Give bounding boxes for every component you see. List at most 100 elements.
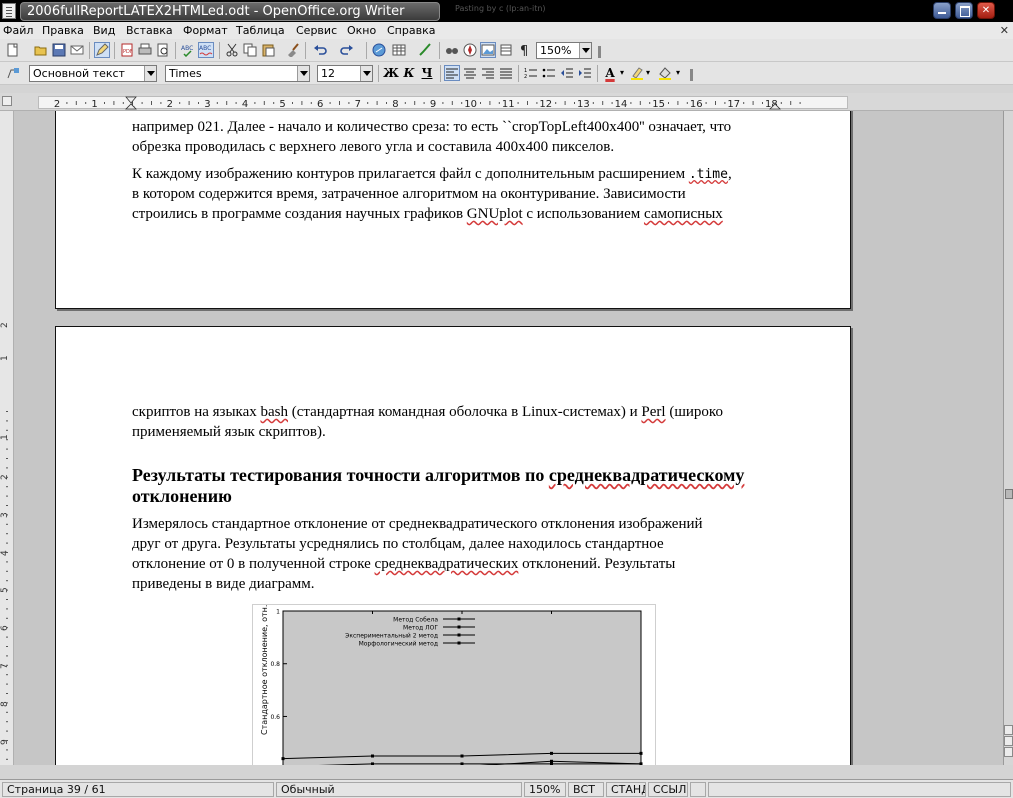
font-size-select[interactable]: 12 xyxy=(317,65,373,82)
decrease-indent-icon[interactable] xyxy=(560,66,574,80)
font-color-button[interactable]: A xyxy=(602,66,618,81)
zoom-select[interactable]: 150% xyxy=(536,42,592,59)
ruler-tick xyxy=(113,101,115,105)
paragraph-line: друг от друга. Результаты усреднялись по… xyxy=(132,536,664,552)
tab-type-selector[interactable] xyxy=(2,96,12,106)
underline-button[interactable]: Ч xyxy=(419,66,435,81)
paste-icon[interactable] xyxy=(261,43,275,57)
page-preview-icon[interactable] xyxy=(156,43,170,57)
chevron-down-icon[interactable]: ▾ xyxy=(620,68,628,82)
app-document-icon[interactable] xyxy=(2,3,16,19)
styles-formatting-icon[interactable] xyxy=(6,66,20,80)
gallery-icon[interactable] xyxy=(480,42,496,58)
justify-icon[interactable] xyxy=(499,66,513,80)
scroll-down-icon[interactable] xyxy=(1004,747,1013,757)
ruler-tick xyxy=(263,101,265,105)
ruler-tick xyxy=(66,102,68,104)
document-page[interactable]: скриптов на языках bash (стандартная ком… xyxy=(55,326,851,765)
clone-formatting-icon[interactable] xyxy=(286,43,300,57)
minimize-button[interactable] xyxy=(933,2,951,19)
document-page[interactable]: например 021. Далее - начало и количеств… xyxy=(55,111,851,309)
selection-mode-indicator[interactable]: СТАНД xyxy=(606,782,646,797)
menu-format[interactable]: Формат xyxy=(183,23,228,38)
align-center-icon[interactable] xyxy=(463,66,477,80)
bold-button[interactable]: Ж xyxy=(383,66,399,81)
email-icon[interactable] xyxy=(70,43,84,57)
redo-icon[interactable] xyxy=(340,43,354,57)
ruler-tick xyxy=(404,102,406,104)
edit-mode-icon[interactable] xyxy=(94,42,110,58)
scrollbar-thumb[interactable] xyxy=(1005,489,1013,499)
scroll-up-icon[interactable] xyxy=(1004,725,1013,735)
toolbar-separator xyxy=(518,65,519,82)
menu-file[interactable]: Файл xyxy=(3,23,33,38)
highlighting-icon[interactable] xyxy=(630,66,644,80)
insert-mode-indicator[interactable]: ВСТ xyxy=(568,782,604,797)
horizontal-ruler[interactable]: 2 1 1 2 3 4 5 6 7 8 9 10 11 12 13 14 15 16 17 18 xyxy=(0,93,1013,111)
ruler-tick xyxy=(6,420,8,422)
chevron-down-icon[interactable]: ▾ xyxy=(646,68,654,82)
navigator-icon[interactable] xyxy=(463,43,477,57)
new-document-icon[interactable] xyxy=(6,43,20,57)
vertical-ruler: 2 1 1 2 3 4 5 6 7 8 9 xyxy=(0,111,14,765)
paragraph-style-select[interactable]: Основной текст xyxy=(29,65,157,82)
maximize-button[interactable] xyxy=(955,2,973,19)
align-left-icon[interactable] xyxy=(444,65,460,81)
hyperlink-icon[interactable] xyxy=(372,43,386,57)
formatting-marks-icon[interactable]: ¶ xyxy=(517,43,531,57)
vertical-scrollbar[interactable] xyxy=(1003,111,1013,765)
italic-button[interactable]: К xyxy=(401,66,417,81)
hyperlink-mode-indicator[interactable]: ССЫЛ xyxy=(648,782,688,797)
ruler-tick xyxy=(6,448,8,450)
menu-tools[interactable]: Сервис xyxy=(296,23,337,38)
ruler-number: 14 xyxy=(615,99,628,110)
zoom-indicator[interactable]: 150% xyxy=(524,782,566,797)
menu-window[interactable]: Окно xyxy=(347,23,376,38)
menu-help[interactable]: Справка xyxy=(387,23,435,38)
ruler-number: 1 xyxy=(0,355,10,361)
chart-figure[interactable]: 10.80.60.4Стандартное отклонение, отн.ед… xyxy=(252,592,656,765)
find-replace-icon[interactable] xyxy=(445,43,459,57)
ruler-tick xyxy=(442,102,444,104)
close-button[interactable]: ✕ xyxy=(977,2,995,19)
increase-indent-icon[interactable] xyxy=(578,66,592,80)
page-style-indicator[interactable]: Обычный xyxy=(276,782,522,797)
chevron-down-icon[interactable]: ▾ xyxy=(676,68,684,82)
window-title[interactable]: 2006fullReportLATEX2HTMLed.odt - OpenOff… xyxy=(20,2,440,21)
page-indicator[interactable]: Страница 39 / 61 xyxy=(2,782,274,797)
ruler-tick xyxy=(649,102,651,104)
export-pdf-icon[interactable]: PDF xyxy=(120,43,134,57)
undo-icon[interactable] xyxy=(313,43,327,57)
close-document-icon[interactable]: ✕ xyxy=(1000,24,1009,37)
menu-insert[interactable]: Вставка xyxy=(126,23,173,38)
ruler-number: 4 xyxy=(0,550,10,556)
font-name-select[interactable]: Times xyxy=(165,65,310,82)
ruler-tick xyxy=(724,102,726,104)
bullets-icon[interactable] xyxy=(542,66,556,80)
data-sources-icon[interactable] xyxy=(499,43,513,57)
copy-icon[interactable] xyxy=(243,43,257,57)
ruler-tick xyxy=(6,411,8,412)
align-right-icon[interactable] xyxy=(481,66,495,80)
numbering-icon[interactable]: 12 xyxy=(524,66,538,80)
ruler-tick xyxy=(235,102,237,104)
toolbar-separator xyxy=(219,42,220,59)
spellcheck-icon[interactable]: ABC xyxy=(181,43,195,57)
menu-view[interactable]: Вид xyxy=(93,23,115,38)
navigation-icon[interactable] xyxy=(1004,736,1013,746)
auto-spellcheck-icon[interactable]: ABC xyxy=(198,42,214,58)
cut-icon[interactable] xyxy=(225,43,239,57)
background-color-icon[interactable] xyxy=(658,66,672,80)
print-icon[interactable] xyxy=(138,43,152,57)
menu-table[interactable]: Таблица xyxy=(236,23,285,38)
ruler-tick xyxy=(451,101,453,105)
table-icon[interactable] xyxy=(392,43,406,57)
save-icon[interactable] xyxy=(52,43,66,57)
open-icon[interactable] xyxy=(34,43,48,57)
toolbar-grip[interactable] xyxy=(690,69,693,81)
font-size-value: 12 xyxy=(321,67,335,80)
menu-edit[interactable]: Правка xyxy=(42,23,84,38)
ruler-tick xyxy=(6,458,8,459)
show-draw-functions-icon[interactable] xyxy=(418,43,432,57)
toolbar-grip[interactable] xyxy=(598,46,601,58)
